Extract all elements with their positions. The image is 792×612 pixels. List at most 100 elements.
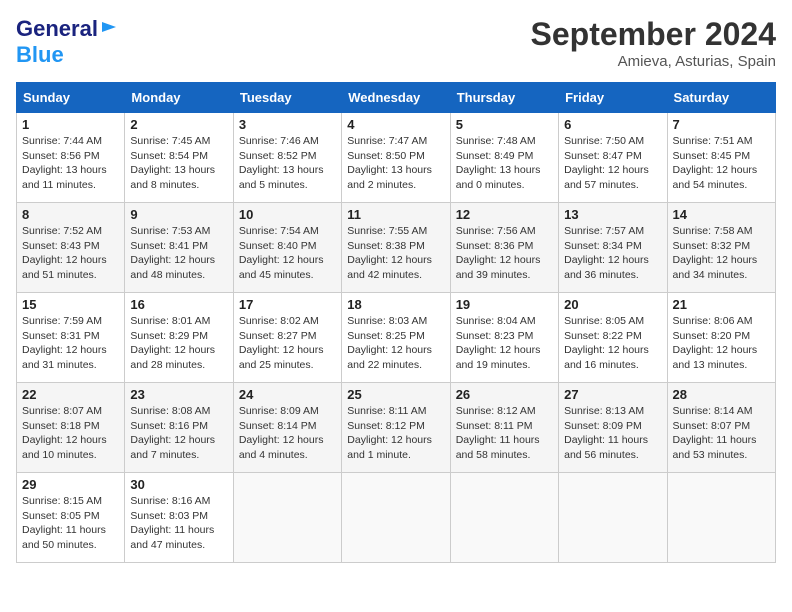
logo: General Blue — [16, 16, 118, 68]
calendar-week-row: 8 Sunrise: 7:52 AMSunset: 8:43 PMDayligh… — [17, 203, 776, 293]
column-header-saturday: Saturday — [667, 83, 775, 113]
calendar-day: 7 Sunrise: 7:51 AMSunset: 8:45 PMDayligh… — [667, 113, 775, 203]
day-number: 20 — [564, 297, 661, 312]
day-number: 15 — [22, 297, 119, 312]
location: Amieva, Asturias, Spain — [531, 53, 776, 70]
day-number: 27 — [564, 387, 661, 402]
day-info: Sunrise: 8:03 AMSunset: 8:25 PMDaylight:… — [347, 314, 444, 373]
day-number: 2 — [130, 117, 227, 132]
day-info: Sunrise: 7:56 AMSunset: 8:36 PMDaylight:… — [456, 224, 553, 283]
title-block: September 2024 Amieva, Asturias, Spain — [531, 16, 776, 70]
day-number: 1 — [22, 117, 119, 132]
day-number: 19 — [456, 297, 553, 312]
calendar-day: 17 Sunrise: 8:02 AMSunset: 8:27 PMDaylig… — [233, 293, 341, 383]
day-number: 30 — [130, 477, 227, 492]
day-number: 26 — [456, 387, 553, 402]
calendar-day: 21 Sunrise: 8:06 AMSunset: 8:20 PMDaylig… — [667, 293, 775, 383]
calendar-week-row: 22 Sunrise: 8:07 AMSunset: 8:18 PMDaylig… — [17, 383, 776, 473]
day-number: 22 — [22, 387, 119, 402]
day-number: 29 — [22, 477, 119, 492]
calendar-week-row: 1 Sunrise: 7:44 AMSunset: 8:56 PMDayligh… — [17, 113, 776, 203]
calendar-empty — [450, 473, 558, 563]
calendar-day: 20 Sunrise: 8:05 AMSunset: 8:22 PMDaylig… — [559, 293, 667, 383]
day-number: 21 — [673, 297, 770, 312]
day-info: Sunrise: 8:04 AMSunset: 8:23 PMDaylight:… — [456, 314, 553, 373]
day-number: 10 — [239, 207, 336, 222]
calendar-day: 12 Sunrise: 7:56 AMSunset: 8:36 PMDaylig… — [450, 203, 558, 293]
logo-text: General — [16, 16, 98, 42]
day-info: Sunrise: 7:48 AMSunset: 8:49 PMDaylight:… — [456, 134, 553, 193]
calendar-empty — [342, 473, 450, 563]
day-info: Sunrise: 7:45 AMSunset: 8:54 PMDaylight:… — [130, 134, 227, 193]
column-header-friday: Friday — [559, 83, 667, 113]
day-info: Sunrise: 7:55 AMSunset: 8:38 PMDaylight:… — [347, 224, 444, 283]
calendar-day: 16 Sunrise: 8:01 AMSunset: 8:29 PMDaylig… — [125, 293, 233, 383]
calendar-day: 30 Sunrise: 8:16 AMSunset: 8:03 PMDaylig… — [125, 473, 233, 563]
logo-blue-text: Blue — [16, 42, 64, 67]
day-number: 28 — [673, 387, 770, 402]
calendar-week-row: 15 Sunrise: 7:59 AMSunset: 8:31 PMDaylig… — [17, 293, 776, 383]
calendar-day: 3 Sunrise: 7:46 AMSunset: 8:52 PMDayligh… — [233, 113, 341, 203]
day-number: 11 — [347, 207, 444, 222]
calendar-day: 18 Sunrise: 8:03 AMSunset: 8:25 PMDaylig… — [342, 293, 450, 383]
calendar-day: 23 Sunrise: 8:08 AMSunset: 8:16 PMDaylig… — [125, 383, 233, 473]
day-info: Sunrise: 7:50 AMSunset: 8:47 PMDaylight:… — [564, 134, 661, 193]
day-number: 13 — [564, 207, 661, 222]
calendar-day: 14 Sunrise: 7:58 AMSunset: 8:32 PMDaylig… — [667, 203, 775, 293]
day-info: Sunrise: 7:44 AMSunset: 8:56 PMDaylight:… — [22, 134, 119, 193]
calendar-day: 15 Sunrise: 7:59 AMSunset: 8:31 PMDaylig… — [17, 293, 125, 383]
day-info: Sunrise: 7:51 AMSunset: 8:45 PMDaylight:… — [673, 134, 770, 193]
calendar-day: 19 Sunrise: 8:04 AMSunset: 8:23 PMDaylig… — [450, 293, 558, 383]
day-info: Sunrise: 7:58 AMSunset: 8:32 PMDaylight:… — [673, 224, 770, 283]
day-info: Sunrise: 7:46 AMSunset: 8:52 PMDaylight:… — [239, 134, 336, 193]
calendar-day: 26 Sunrise: 8:12 AMSunset: 8:11 PMDaylig… — [450, 383, 558, 473]
day-info: Sunrise: 8:08 AMSunset: 8:16 PMDaylight:… — [130, 404, 227, 463]
day-info: Sunrise: 8:13 AMSunset: 8:09 PMDaylight:… — [564, 404, 661, 463]
day-number: 5 — [456, 117, 553, 132]
calendar-empty — [233, 473, 341, 563]
calendar-empty — [667, 473, 775, 563]
day-number: 4 — [347, 117, 444, 132]
calendar-day: 5 Sunrise: 7:48 AMSunset: 8:49 PMDayligh… — [450, 113, 558, 203]
calendar-day: 11 Sunrise: 7:55 AMSunset: 8:38 PMDaylig… — [342, 203, 450, 293]
calendar-week-row: 29 Sunrise: 8:15 AMSunset: 8:05 PMDaylig… — [17, 473, 776, 563]
column-header-tuesday: Tuesday — [233, 83, 341, 113]
calendar-header-row: SundayMondayTuesdayWednesdayThursdayFrid… — [17, 83, 776, 113]
month-title: September 2024 — [531, 16, 776, 53]
day-info: Sunrise: 8:12 AMSunset: 8:11 PMDaylight:… — [456, 404, 553, 463]
day-number: 23 — [130, 387, 227, 402]
calendar-day: 24 Sunrise: 8:09 AMSunset: 8:14 PMDaylig… — [233, 383, 341, 473]
day-info: Sunrise: 7:54 AMSunset: 8:40 PMDaylight:… — [239, 224, 336, 283]
calendar-day: 10 Sunrise: 7:54 AMSunset: 8:40 PMDaylig… — [233, 203, 341, 293]
day-info: Sunrise: 8:02 AMSunset: 8:27 PMDaylight:… — [239, 314, 336, 373]
page-header: General Blue September 2024 Amieva, Astu… — [16, 16, 776, 70]
calendar-day: 22 Sunrise: 8:07 AMSunset: 8:18 PMDaylig… — [17, 383, 125, 473]
day-info: Sunrise: 7:52 AMSunset: 8:43 PMDaylight:… — [22, 224, 119, 283]
calendar-day: 13 Sunrise: 7:57 AMSunset: 8:34 PMDaylig… — [559, 203, 667, 293]
column-header-sunday: Sunday — [17, 83, 125, 113]
day-number: 8 — [22, 207, 119, 222]
calendar-day: 28 Sunrise: 8:14 AMSunset: 8:07 PMDaylig… — [667, 383, 775, 473]
day-info: Sunrise: 8:06 AMSunset: 8:20 PMDaylight:… — [673, 314, 770, 373]
calendar-day: 8 Sunrise: 7:52 AMSunset: 8:43 PMDayligh… — [17, 203, 125, 293]
day-info: Sunrise: 7:47 AMSunset: 8:50 PMDaylight:… — [347, 134, 444, 193]
calendar-day: 27 Sunrise: 8:13 AMSunset: 8:09 PMDaylig… — [559, 383, 667, 473]
column-header-thursday: Thursday — [450, 83, 558, 113]
day-number: 9 — [130, 207, 227, 222]
day-number: 16 — [130, 297, 227, 312]
calendar-day: 1 Sunrise: 7:44 AMSunset: 8:56 PMDayligh… — [17, 113, 125, 203]
logo-arrow-icon — [100, 18, 118, 41]
calendar-day: 4 Sunrise: 7:47 AMSunset: 8:50 PMDayligh… — [342, 113, 450, 203]
column-header-monday: Monday — [125, 83, 233, 113]
calendar-day: 9 Sunrise: 7:53 AMSunset: 8:41 PMDayligh… — [125, 203, 233, 293]
day-info: Sunrise: 8:15 AMSunset: 8:05 PMDaylight:… — [22, 494, 119, 553]
calendar-day: 25 Sunrise: 8:11 AMSunset: 8:12 PMDaylig… — [342, 383, 450, 473]
day-info: Sunrise: 8:14 AMSunset: 8:07 PMDaylight:… — [673, 404, 770, 463]
day-info: Sunrise: 8:07 AMSunset: 8:18 PMDaylight:… — [22, 404, 119, 463]
day-info: Sunrise: 8:16 AMSunset: 8:03 PMDaylight:… — [130, 494, 227, 553]
day-info: Sunrise: 7:57 AMSunset: 8:34 PMDaylight:… — [564, 224, 661, 283]
day-info: Sunrise: 8:09 AMSunset: 8:14 PMDaylight:… — [239, 404, 336, 463]
calendar-day: 6 Sunrise: 7:50 AMSunset: 8:47 PMDayligh… — [559, 113, 667, 203]
day-info: Sunrise: 8:01 AMSunset: 8:29 PMDaylight:… — [130, 314, 227, 373]
calendar-empty — [559, 473, 667, 563]
